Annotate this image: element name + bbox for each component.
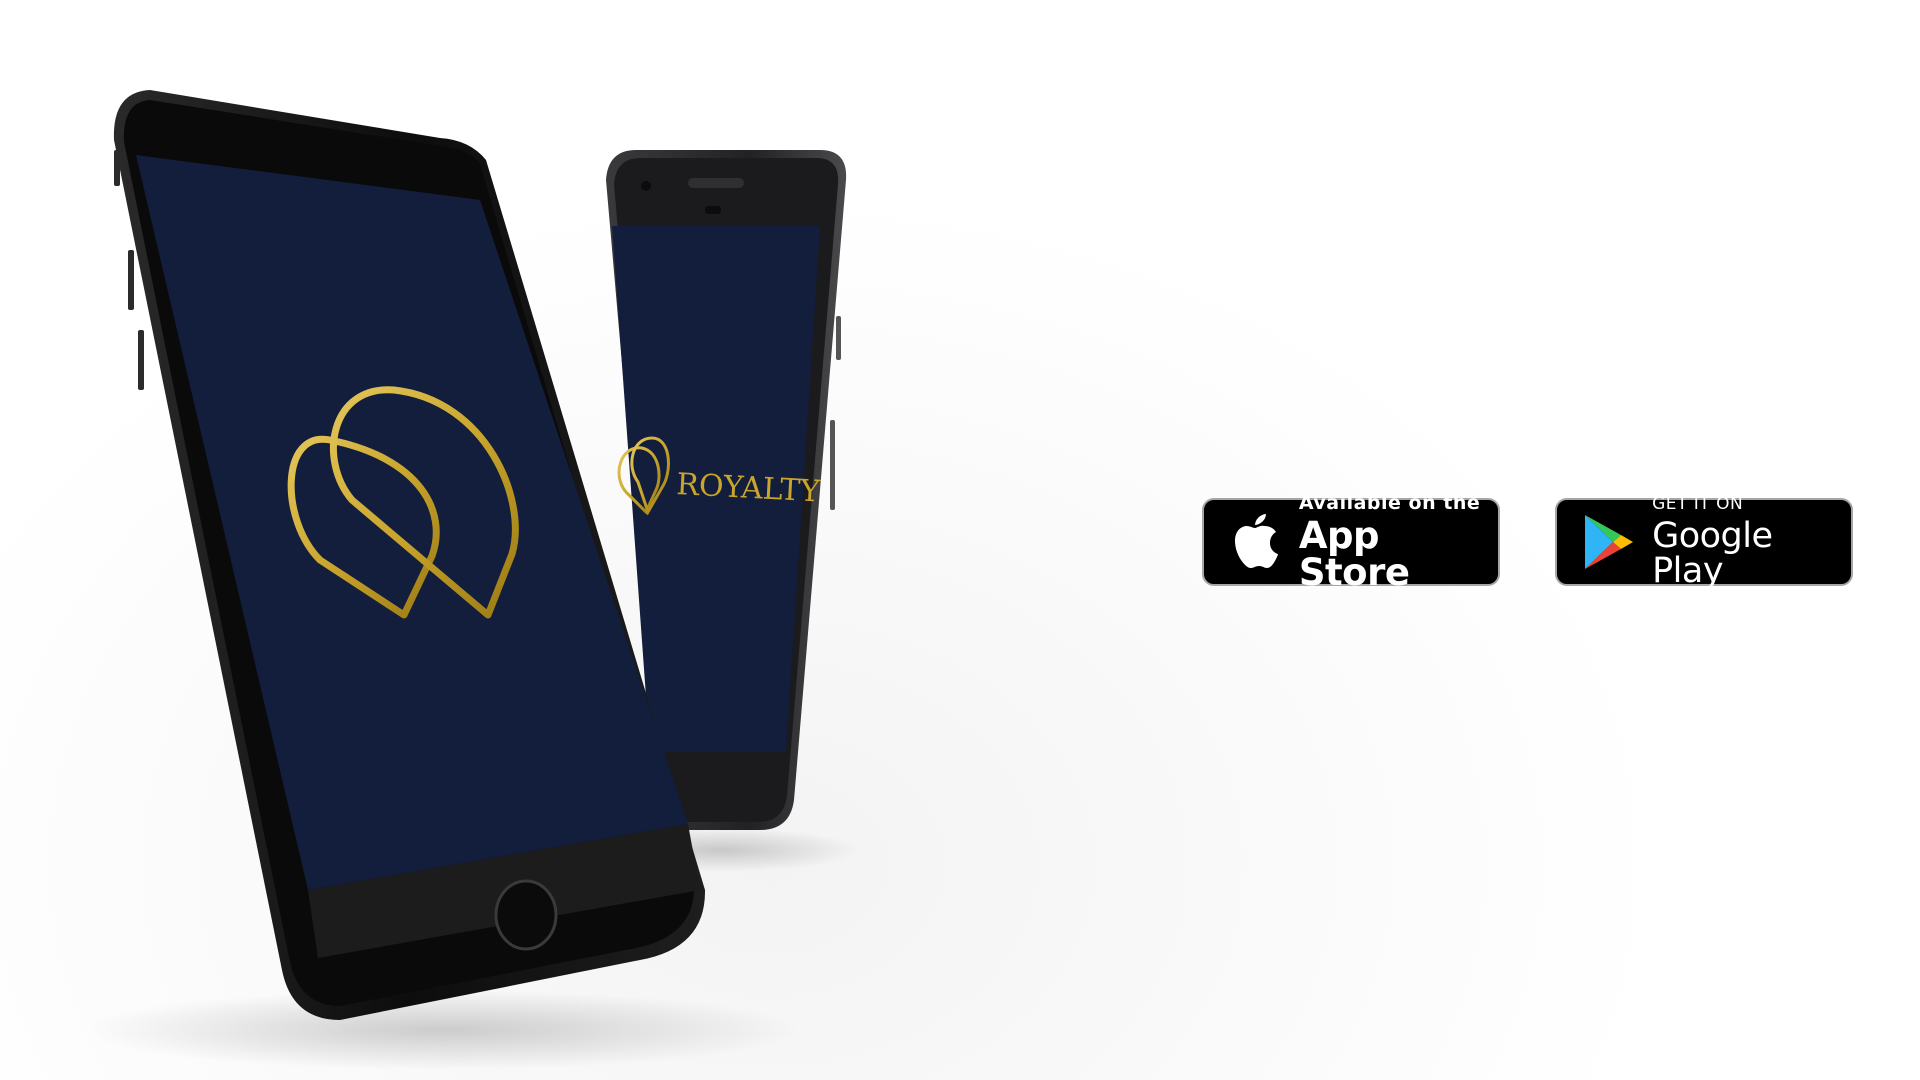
earpiece — [688, 178, 744, 188]
front-camera — [641, 181, 651, 191]
google-play-small-text: GET IT ON — [1652, 493, 1744, 514]
google-play-big-text: Google Play — [1652, 515, 1773, 591]
google-play-badge[interactable]: GET IT ON Google Play — [1555, 493, 1853, 591]
phone-mockups: ROYALTY — [80, 90, 860, 1070]
side-button — [836, 316, 841, 360]
google-play-icon — [1579, 512, 1638, 572]
apple-icon — [1226, 512, 1285, 572]
app-store-badge[interactable]: Available on the App Store — [1202, 493, 1500, 591]
promo-stage: ROYALTY Available on the App Store GET I… — [0, 0, 1920, 1080]
app-store-big-text: App Store — [1298, 513, 1410, 594]
volume-button — [128, 250, 134, 310]
volume-button — [830, 420, 835, 510]
home-button — [494, 879, 558, 951]
app-store-small-text: Available on the — [1298, 491, 1481, 514]
